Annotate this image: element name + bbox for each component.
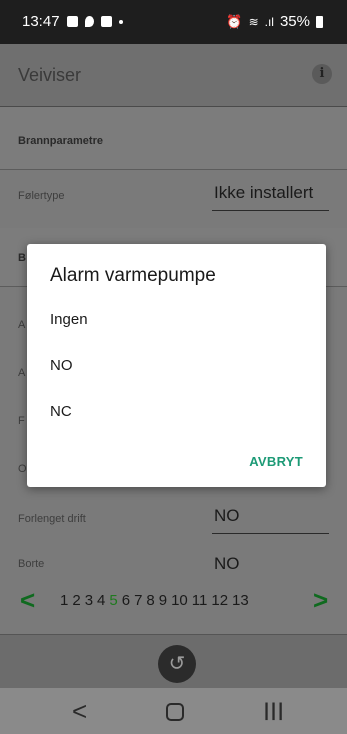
page-number[interactable]: 6 <box>122 592 130 609</box>
folertype-underline <box>212 210 329 211</box>
prev-page-button[interactable]: < <box>20 585 35 616</box>
undo-icon[interactable]: ↺ <box>158 645 196 683</box>
row-folertype[interactable]: Følertype Ikke installert <box>0 171 347 221</box>
page-number[interactable]: 3 <box>85 592 93 609</box>
status-time: 13:47 <box>22 13 60 30</box>
borte-value[interactable]: NO <box>214 554 240 570</box>
row-label-fragment: A <box>18 319 26 331</box>
home-icon[interactable] <box>166 703 184 721</box>
page-number[interactable]: 12 <box>211 592 228 609</box>
forlenget-drift-underline <box>212 533 329 534</box>
section-title-fragment: B <box>18 252 26 264</box>
alarm-icon: ⏰ <box>226 13 243 29</box>
page-number[interactable]: 8 <box>146 592 154 609</box>
system-nav-bar: < ||| <box>0 688 347 734</box>
page-number[interactable]: 1 <box>60 592 68 609</box>
app-bar: Veiviser i <box>0 44 347 107</box>
more-notifications-dot <box>118 19 123 24</box>
location-icon <box>84 16 94 27</box>
wifi-icon: ≋ <box>248 14 259 29</box>
page-number[interactable]: 4 <box>97 592 105 609</box>
dialog-option-ingen[interactable]: Ingen <box>50 311 88 328</box>
recent-apps-icon[interactable]: ||| <box>264 700 285 721</box>
page-number[interactable]: 10 <box>171 592 188 609</box>
dialog-option-no[interactable]: NO <box>50 357 73 374</box>
page-number[interactable]: 11 <box>192 592 208 609</box>
page-navigator: < 1 2 3 4 5 6 7 8 9 10 11 12 13 > <box>0 582 347 622</box>
row-label-fragment: O <box>18 463 27 475</box>
forlenget-drift-label: Forlenget drift <box>18 513 86 525</box>
row-forlenget-drift[interactable]: Forlenget drift NO <box>0 494 347 544</box>
page-number[interactable]: 5 <box>109 592 117 609</box>
page-number[interactable]: 9 <box>159 592 167 609</box>
dialog-option-nc[interactable]: NC <box>50 403 72 420</box>
cancel-button[interactable]: AVBRYT <box>249 454 303 469</box>
signal-icon: .ıl <box>264 14 274 29</box>
row-borte[interactable]: Borte NO <box>0 544 347 570</box>
folertype-label: Følertype <box>18 190 65 202</box>
battery-percent: 35% <box>279 13 310 30</box>
battery-icon <box>316 15 323 28</box>
row-label-fragment: A <box>18 367 26 379</box>
row-label-fragment: F <box>18 415 25 427</box>
notification-icon <box>100 16 112 27</box>
next-page-button[interactable]: > <box>313 585 328 616</box>
info-icon[interactable]: i <box>312 64 332 84</box>
gallery-icon <box>66 16 78 27</box>
page-number[interactable]: 13 <box>232 592 249 609</box>
page-title: Veiviser <box>18 65 82 85</box>
page-numbers: 1 2 3 4 5 6 7 8 9 10 11 12 13 <box>60 592 249 609</box>
section-header: Brannparametre <box>0 107 347 170</box>
borte-label: Borte <box>18 558 45 570</box>
page-number[interactable]: 7 <box>134 592 142 609</box>
page-number[interactable]: 2 <box>72 592 80 609</box>
forlenget-drift-value[interactable]: NO <box>214 506 240 526</box>
section-brannparametre: Brannparametre <box>0 107 347 170</box>
folertype-value[interactable]: Ikke installert <box>214 183 313 203</box>
dialog-title: Alarm varmepumpe <box>50 265 216 286</box>
section-title: Brannparametre <box>18 135 103 147</box>
alarm-varmepumpe-dialog: Alarm varmepumpe Ingen NO NC AVBRYT <box>27 244 326 487</box>
back-icon[interactable]: < <box>72 696 87 727</box>
status-bar: 13:47 ⏰ ≋ .ıl 35% <box>0 0 347 44</box>
